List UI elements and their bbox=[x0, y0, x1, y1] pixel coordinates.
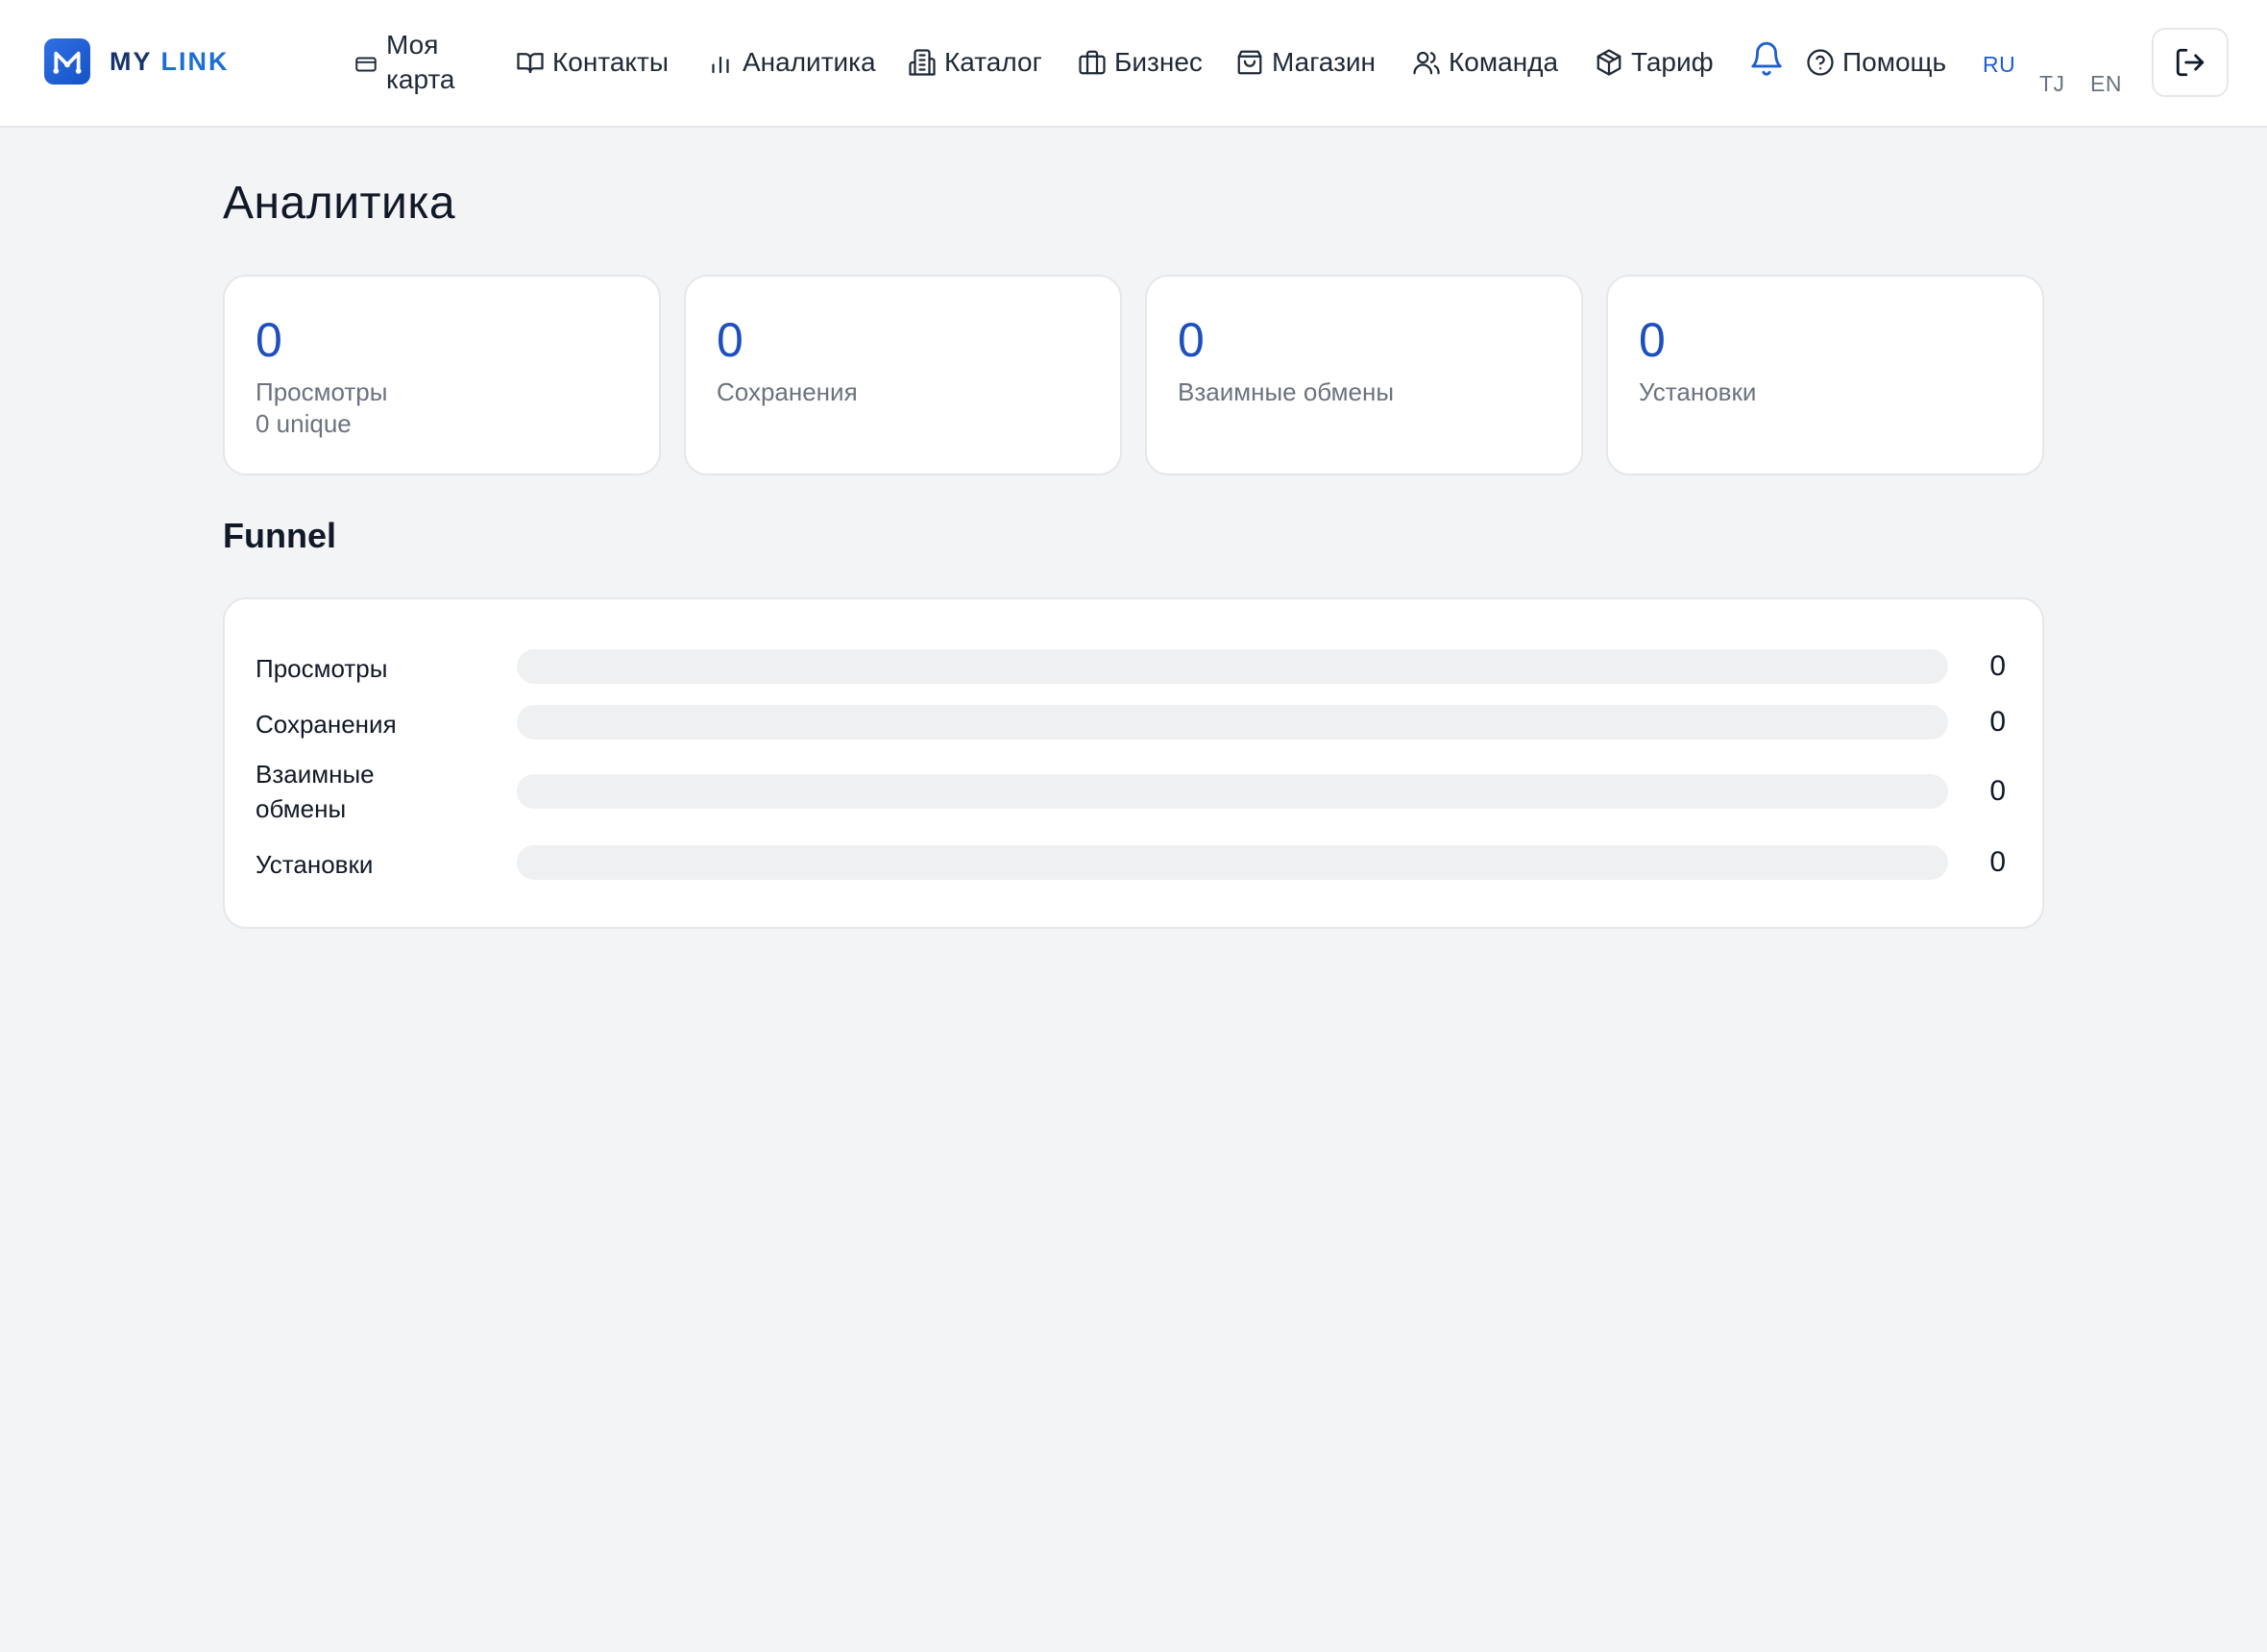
stat-card-views: 0 Просмотры 0 unique bbox=[223, 275, 661, 475]
funnel-label: Установки bbox=[256, 850, 374, 879]
bell-icon[interactable] bbox=[1748, 38, 1785, 79]
users-icon bbox=[1412, 48, 1441, 77]
logout-button[interactable] bbox=[2152, 28, 2229, 97]
nav-item-shop[interactable]: Магазин bbox=[1235, 0, 1376, 125]
page-title: Аналитика bbox=[223, 178, 456, 229]
nav-item-catalog[interactable]: Каталог bbox=[908, 0, 1042, 125]
funnel-value: 0 bbox=[1989, 775, 2006, 807]
bar-chart-icon bbox=[706, 48, 735, 77]
nav-item-label: Магазин bbox=[1272, 47, 1377, 77]
funnel-bar bbox=[517, 705, 1948, 740]
stat-value: 0 bbox=[256, 313, 282, 367]
funnel-row-views: Просмотры 0 bbox=[256, 649, 2015, 684]
funnel-row-installs: Установки 0 bbox=[256, 845, 2015, 880]
nav-item-tariff[interactable]: Тариф bbox=[1595, 0, 1714, 125]
nav-item-label: Аналитика bbox=[743, 47, 876, 77]
nav-item-business[interactable]: Бизнес bbox=[1078, 0, 1203, 125]
funnel-card: Просмотры 0 Сохранения 0 Взаимные обмены… bbox=[223, 597, 2044, 929]
nav-item-label: Помощь bbox=[1842, 47, 1947, 77]
nav-item-label: Каталог bbox=[944, 47, 1042, 77]
top-navigation-bar: MY LINK Моя карта Контакты Аналитика Кат… bbox=[0, 0, 2267, 128]
help-circle-icon bbox=[1806, 48, 1835, 77]
brand-name: MY LINK bbox=[110, 46, 230, 76]
funnel-bar bbox=[517, 774, 1948, 809]
funnel-row-exchanges: Взаимные обмены 0 bbox=[256, 757, 2015, 826]
funnel-title: Funnel bbox=[223, 516, 336, 555]
language-en[interactable]: EN bbox=[2090, 71, 2122, 97]
funnel-value: 0 bbox=[1989, 706, 2006, 738]
stat-label: Просмотры bbox=[256, 377, 388, 406]
funnel-label: Просмотры bbox=[256, 654, 388, 683]
funnel-bar bbox=[517, 845, 1948, 880]
nav-item-label: Моя карта bbox=[386, 30, 455, 94]
briefcase-icon bbox=[1078, 48, 1107, 77]
logout-icon bbox=[2174, 46, 2206, 79]
funnel-row-saves: Сохранения 0 bbox=[256, 705, 2015, 740]
stat-value: 0 bbox=[1639, 313, 1666, 367]
nav-item-my-card[interactable]: Моя карта bbox=[353, 0, 473, 125]
stat-label: Сохранения bbox=[717, 377, 858, 406]
nav-item-help[interactable]: Помощь bbox=[1806, 0, 1946, 125]
stat-value: 0 bbox=[1178, 313, 1205, 367]
nav-item-label: Бизнес bbox=[1114, 47, 1203, 77]
nav-item-label: Контакты bbox=[552, 47, 669, 77]
funnel-label: Взаимные обмены bbox=[256, 760, 375, 823]
nav-item-analytics[interactable]: Аналитика bbox=[706, 0, 876, 125]
stat-value: 0 bbox=[717, 313, 743, 367]
nav-item-contacts[interactable]: Контакты bbox=[516, 0, 669, 125]
stat-label: Взаимные обмены bbox=[1178, 377, 1395, 406]
book-icon bbox=[516, 48, 545, 77]
language-ru[interactable]: RU bbox=[1983, 52, 2015, 78]
building-icon bbox=[908, 48, 937, 77]
funnel-value: 0 bbox=[1989, 846, 2006, 878]
stat-card-installs: 0 Установки bbox=[1606, 275, 2044, 475]
funnel-bar bbox=[517, 649, 1948, 684]
language-tj[interactable]: TJ bbox=[2039, 71, 2065, 97]
stat-card-saves: 0 Сохранения bbox=[684, 275, 1122, 475]
stat-card-exchanges: 0 Взаимные обмены bbox=[1145, 275, 1583, 475]
stat-label: Установки bbox=[1639, 377, 1757, 406]
box-icon bbox=[1595, 48, 1623, 77]
funnel-label: Сохранения bbox=[256, 710, 397, 739]
nav-item-team[interactable]: Команда bbox=[1412, 0, 1558, 125]
shopping-bag-icon bbox=[1235, 48, 1264, 77]
nav-item-label: Тариф bbox=[1631, 47, 1714, 77]
card-icon bbox=[353, 50, 378, 75]
nav-item-label: Команда bbox=[1449, 47, 1559, 77]
funnel-value: 0 bbox=[1989, 650, 2006, 682]
stat-sub: 0 unique bbox=[256, 409, 352, 438]
brand[interactable]: MY LINK bbox=[44, 38, 230, 85]
mylink-logo-icon bbox=[44, 38, 90, 85]
